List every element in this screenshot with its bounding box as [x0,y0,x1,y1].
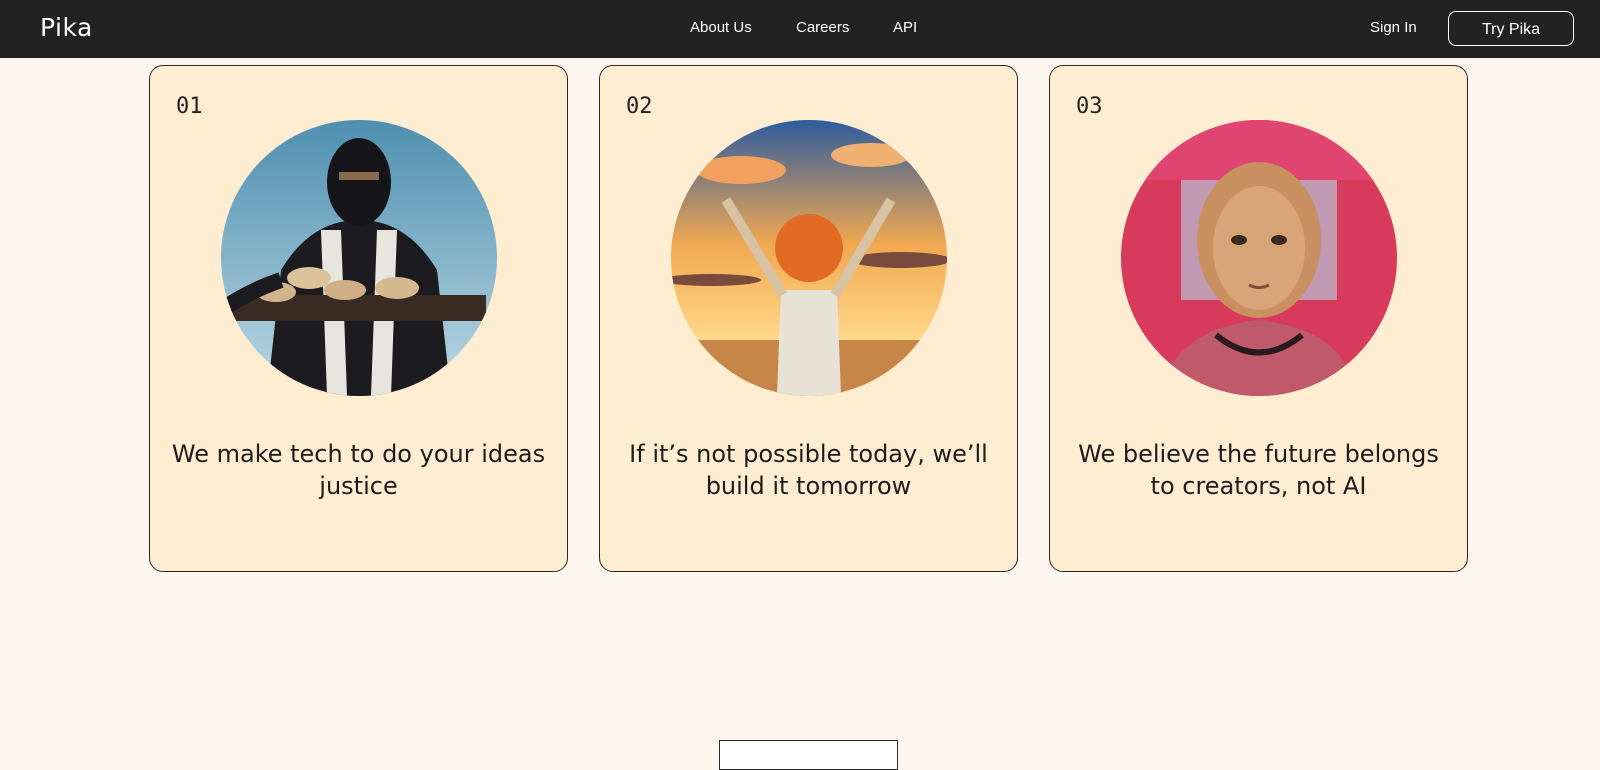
pika-logo[interactable]: Pika [40,13,93,42]
nav-link-careers[interactable]: Careers [796,19,849,36]
card-statement: If it’s not possible today, we’ll build … [629,440,988,500]
top-navbar: Pika About Us Careers API Sign In Try Pi… [0,0,1600,58]
nav-links: About Us Careers API Sign In [0,0,1600,58]
sunset-image-icon [671,120,947,396]
card-image-ninja [221,120,497,396]
card-image-girl [1121,120,1397,396]
card-statement: We believe the future belongs to creator… [1078,440,1439,500]
value-card-2: 02 If it’s not possible today, we’ll bui… [599,65,1018,572]
try-pika-button[interactable]: Try Pika [1448,11,1574,46]
card-number: 03 [1076,94,1103,119]
card-statement: We make tech to do your ideas justice [171,440,546,500]
card-image-sunset [671,120,947,396]
value-card-1: 01 We make tech to do your ideas justice [149,65,568,572]
card-number: 02 [626,94,653,119]
nav-link-api[interactable]: API [893,19,917,36]
card-number: 01 [176,94,203,119]
ninja-image-icon [221,120,497,396]
sign-in-link[interactable]: Sign In [1370,19,1417,36]
nav-link-about-us[interactable]: About Us [690,19,752,36]
value-card-3: 03 We believe the future belongs to crea… [1049,65,1468,572]
bottom-button[interactable] [719,740,898,770]
girl-image-icon [1121,120,1397,396]
